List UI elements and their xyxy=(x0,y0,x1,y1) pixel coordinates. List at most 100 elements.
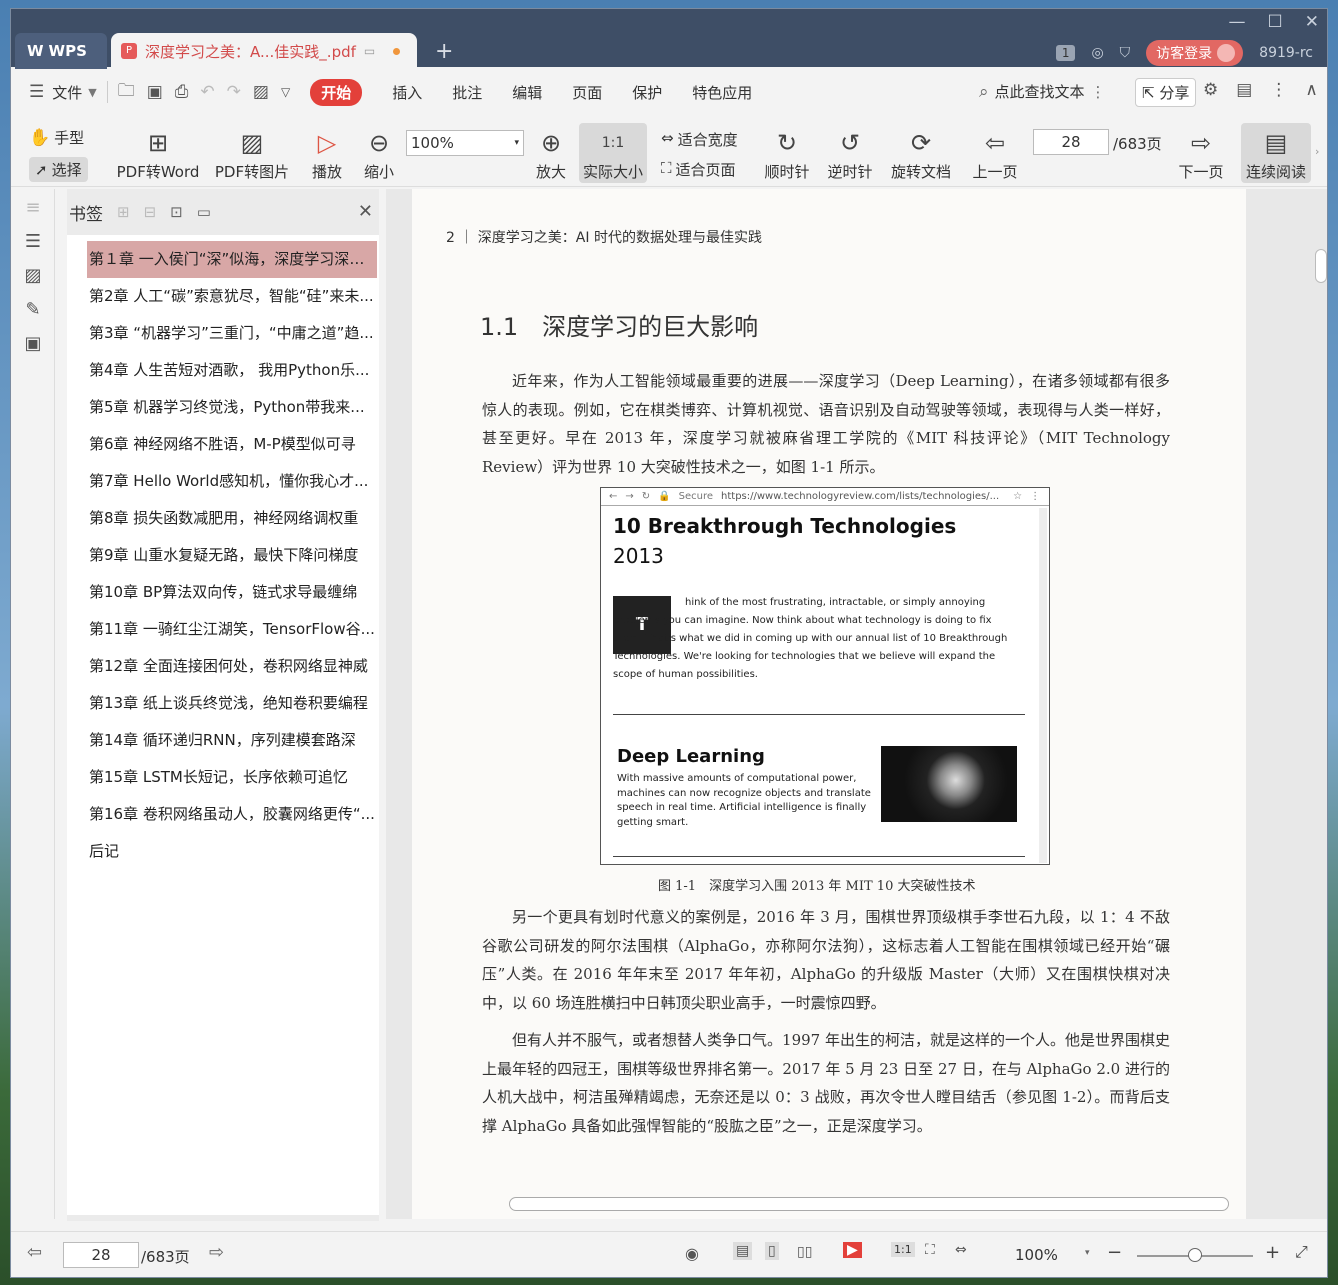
skin-shirt-icon[interactable]: ⛉ xyxy=(1120,45,1131,61)
continuous-view-icon[interactable]: ▤ xyxy=(733,1242,753,1260)
status-zoom-in-icon[interactable]: + xyxy=(1265,1242,1280,1263)
bookmark-item[interactable]: 第12章 全面连接困何处，卷积网络显神威 xyxy=(67,648,379,685)
bookmark-item[interactable]: 第１章 一入侯门“深”似海，深度学习深几许 xyxy=(87,241,377,278)
bookmark-item[interactable]: 第6章 神经网络不胜语，M-P模型似可寻 xyxy=(67,426,379,463)
menu-edit[interactable]: 编辑 xyxy=(512,82,542,103)
vertical-scrollbar-thumb[interactable] xyxy=(1315,249,1327,283)
pdf-to-word-button[interactable]: ⊞ PDF转Word xyxy=(113,125,203,182)
zoom-select[interactable]: 100% ▾ xyxy=(406,130,524,156)
pdf-to-image-button[interactable]: ▨ PDF转图片 xyxy=(213,125,291,182)
new-tab-plus-icon[interactable]: + xyxy=(435,39,453,64)
annotation-icon[interactable]: ✎ xyxy=(21,299,45,323)
undo-icon[interactable]: ↶ xyxy=(200,82,214,102)
bookmark-item[interactable]: 第16章 卷积网络虽动人，胶囊网络更传“... xyxy=(67,796,379,833)
expand-all-icon[interactable]: ⊞ xyxy=(117,203,130,221)
minimize-icon[interactable]: — xyxy=(1229,12,1246,32)
settings-gear-icon[interactable]: ⚙ xyxy=(1203,80,1218,100)
close-window-icon[interactable]: ✕ xyxy=(1305,12,1319,32)
print-icon[interactable]: ⎙ xyxy=(175,82,189,102)
zoom-in-button[interactable]: ⊕ 放大 xyxy=(533,125,569,182)
bookmark-item[interactable]: 第8章 损失函数减肥用，神经网络调权重 xyxy=(67,500,379,537)
status-page-input[interactable]: 28 xyxy=(63,1242,139,1268)
file-menu[interactable]: 文件 xyxy=(52,82,82,103)
bookmark-item[interactable]: 第7章 Hello World感知机，懂你我心才... xyxy=(67,463,379,500)
save-icon[interactable]: ▣ xyxy=(147,82,163,102)
add-bookmark-icon[interactable]: ⊡ xyxy=(170,203,183,221)
select-tool-button[interactable]: ➚ 选择 xyxy=(29,157,88,182)
share-button[interactable]: ⇱ 分享 xyxy=(1135,78,1197,107)
actual-size-status-icon[interactable]: 1:1 xyxy=(891,1242,915,1257)
more-vertical-icon[interactable]: ⋮ xyxy=(1091,83,1106,101)
bookmark-options-icon[interactable]: ▭ xyxy=(197,203,211,221)
status-zoom-value[interactable]: 100% xyxy=(1015,1246,1058,1264)
bookmark-item[interactable]: 第9章 山重水复疑无路，最快下降问梯度 xyxy=(67,537,379,574)
redo-icon[interactable]: ↷ xyxy=(227,82,241,102)
document-tab[interactable]: P 深度学习之美：A...佳实践_.pdf ▭ xyxy=(111,33,417,69)
bookmark-item[interactable]: 第2章 人工“碳”索意犹尽，智能“硅”来未... xyxy=(67,278,379,315)
rotate-document-button[interactable]: ⟳ 旋转文档 xyxy=(889,125,953,182)
more-chevron-icon[interactable]: ▽ xyxy=(281,85,290,99)
ribbon-scroll-right-icon[interactable]: › xyxy=(1315,145,1319,158)
zoom-dropdown-icon[interactable]: ▾ xyxy=(1085,1248,1090,1258)
rotate-clockwise-button[interactable]: ↻ 顺时针 xyxy=(763,125,811,182)
menu-insert[interactable]: 插入 xyxy=(392,82,422,103)
more-icon[interactable]: ⋮ xyxy=(1270,80,1287,100)
horizontal-scrollbar-thumb[interactable] xyxy=(509,1197,1229,1211)
bookmark-item[interactable]: 第13章 纸上谈兵终觉浅，绝知卷积要编程 xyxy=(67,685,379,722)
slideshow-icon[interactable]: ▶ xyxy=(843,1242,862,1258)
status-zoom-out-icon[interactable]: − xyxy=(1107,1242,1122,1263)
bookmark-item[interactable]: 第15章 LSTM长短记，长序依赖可追忆 xyxy=(67,759,379,796)
comment-icon[interactable]: ▤ xyxy=(1236,80,1252,100)
prev-page-button[interactable]: ⇦ 上一页 xyxy=(971,125,1019,182)
image-extract-icon[interactable]: ▣ xyxy=(21,333,45,357)
bookmark-item[interactable]: 第14章 循环递归RNN，序列建模套路深 xyxy=(67,722,379,759)
bookmark-list-icon[interactable]: ☰ xyxy=(21,231,45,255)
close-panel-icon[interactable]: ✕ xyxy=(358,201,373,222)
maximize-icon[interactable]: ☐ xyxy=(1268,12,1283,32)
window-count-badge[interactable]: 1 xyxy=(1055,45,1076,61)
single-page-view-icon[interactable]: ▯ xyxy=(765,1242,779,1260)
menu-special[interactable]: 特色应用 xyxy=(692,82,752,103)
bookmark-item[interactable]: 第3章 “机器学习”三重门，“中庸之道”趋... xyxy=(67,315,379,352)
menu-page[interactable]: 页面 xyxy=(572,82,602,103)
zoom-slider[interactable] xyxy=(1137,1248,1253,1262)
open-folder-icon[interactable]: 🗀 xyxy=(118,78,135,107)
fit-width-button[interactable]: ⇔ 适合宽度 xyxy=(661,129,738,150)
collapse-all-icon[interactable]: ⊟ xyxy=(144,203,157,221)
export-image-icon[interactable]: ▨ xyxy=(253,82,269,102)
bookmark-item[interactable]: 后记 xyxy=(67,833,379,870)
bookmark-item[interactable]: 第4章 人生苦短对酒歌， 我用Python乐... xyxy=(67,352,379,389)
fullscreen-icon[interactable]: ⤢ xyxy=(1295,1242,1308,1262)
eye-care-icon[interactable]: ◉ xyxy=(685,1244,699,1263)
fit-width-status-icon[interactable]: ⇔ xyxy=(955,1242,967,1258)
next-page-button[interactable]: ⇨ 下一页 xyxy=(1177,125,1225,182)
hand-tool-button[interactable]: ✋ 手型 xyxy=(29,127,84,148)
search-box[interactable]: ⌕ 点此查找文本 ⋮ xyxy=(979,81,1106,102)
status-prev-page-icon[interactable]: ⇦ xyxy=(27,1242,42,1263)
screen-icon[interactable]: ▭ xyxy=(364,44,375,58)
chevron-down-icon[interactable]: ▼ xyxy=(88,86,96,99)
thumbnail-icon[interactable]: ▨ xyxy=(21,265,45,289)
collapse-ribbon-icon[interactable]: ∧ xyxy=(1305,80,1317,100)
feedback-icon[interactable]: ◎ xyxy=(1091,45,1103,61)
actual-size-button[interactable]: 1:1 实际大小 xyxy=(579,123,647,183)
menu-protect[interactable]: 保护 xyxy=(632,82,662,103)
menu-start[interactable]: 开始 xyxy=(310,78,363,106)
wps-home-tab[interactable]: W WPS xyxy=(15,33,107,69)
zoom-slider-knob[interactable] xyxy=(1188,1248,1202,1262)
bookmark-item[interactable]: 第10章 BP算法双向传，链式求导最缠绵 xyxy=(67,574,379,611)
zoom-out-button[interactable]: ⊖ 缩小 xyxy=(361,125,397,182)
fit-page-button[interactable]: ⛶ 适合页面 xyxy=(661,159,736,180)
page-number-input[interactable]: 28 xyxy=(1033,129,1109,155)
menu-annotate[interactable]: 批注 xyxy=(452,82,482,103)
rotate-counterclockwise-button[interactable]: ↺ 逆时针 xyxy=(826,125,874,182)
hamburger-icon[interactable]: ☰ xyxy=(29,82,44,102)
play-button[interactable]: ▷ 播放 xyxy=(309,125,345,182)
bookmark-item[interactable]: 第11章 一骑红尘江湖笑，TensorFlow谷... xyxy=(67,611,379,648)
status-next-page-icon[interactable]: ⇨ xyxy=(209,1242,224,1263)
continuous-reading-button[interactable]: ▤ 连续阅读 xyxy=(1241,123,1311,183)
login-button[interactable]: 访客登录 xyxy=(1146,40,1244,66)
bookmark-item[interactable]: 第5章 机器学习终觉浅，Python带我来... xyxy=(67,389,379,426)
sidebar-menu-icon[interactable]: ≡ xyxy=(21,197,45,221)
two-page-view-icon[interactable]: ▯▯ xyxy=(797,1244,812,1260)
